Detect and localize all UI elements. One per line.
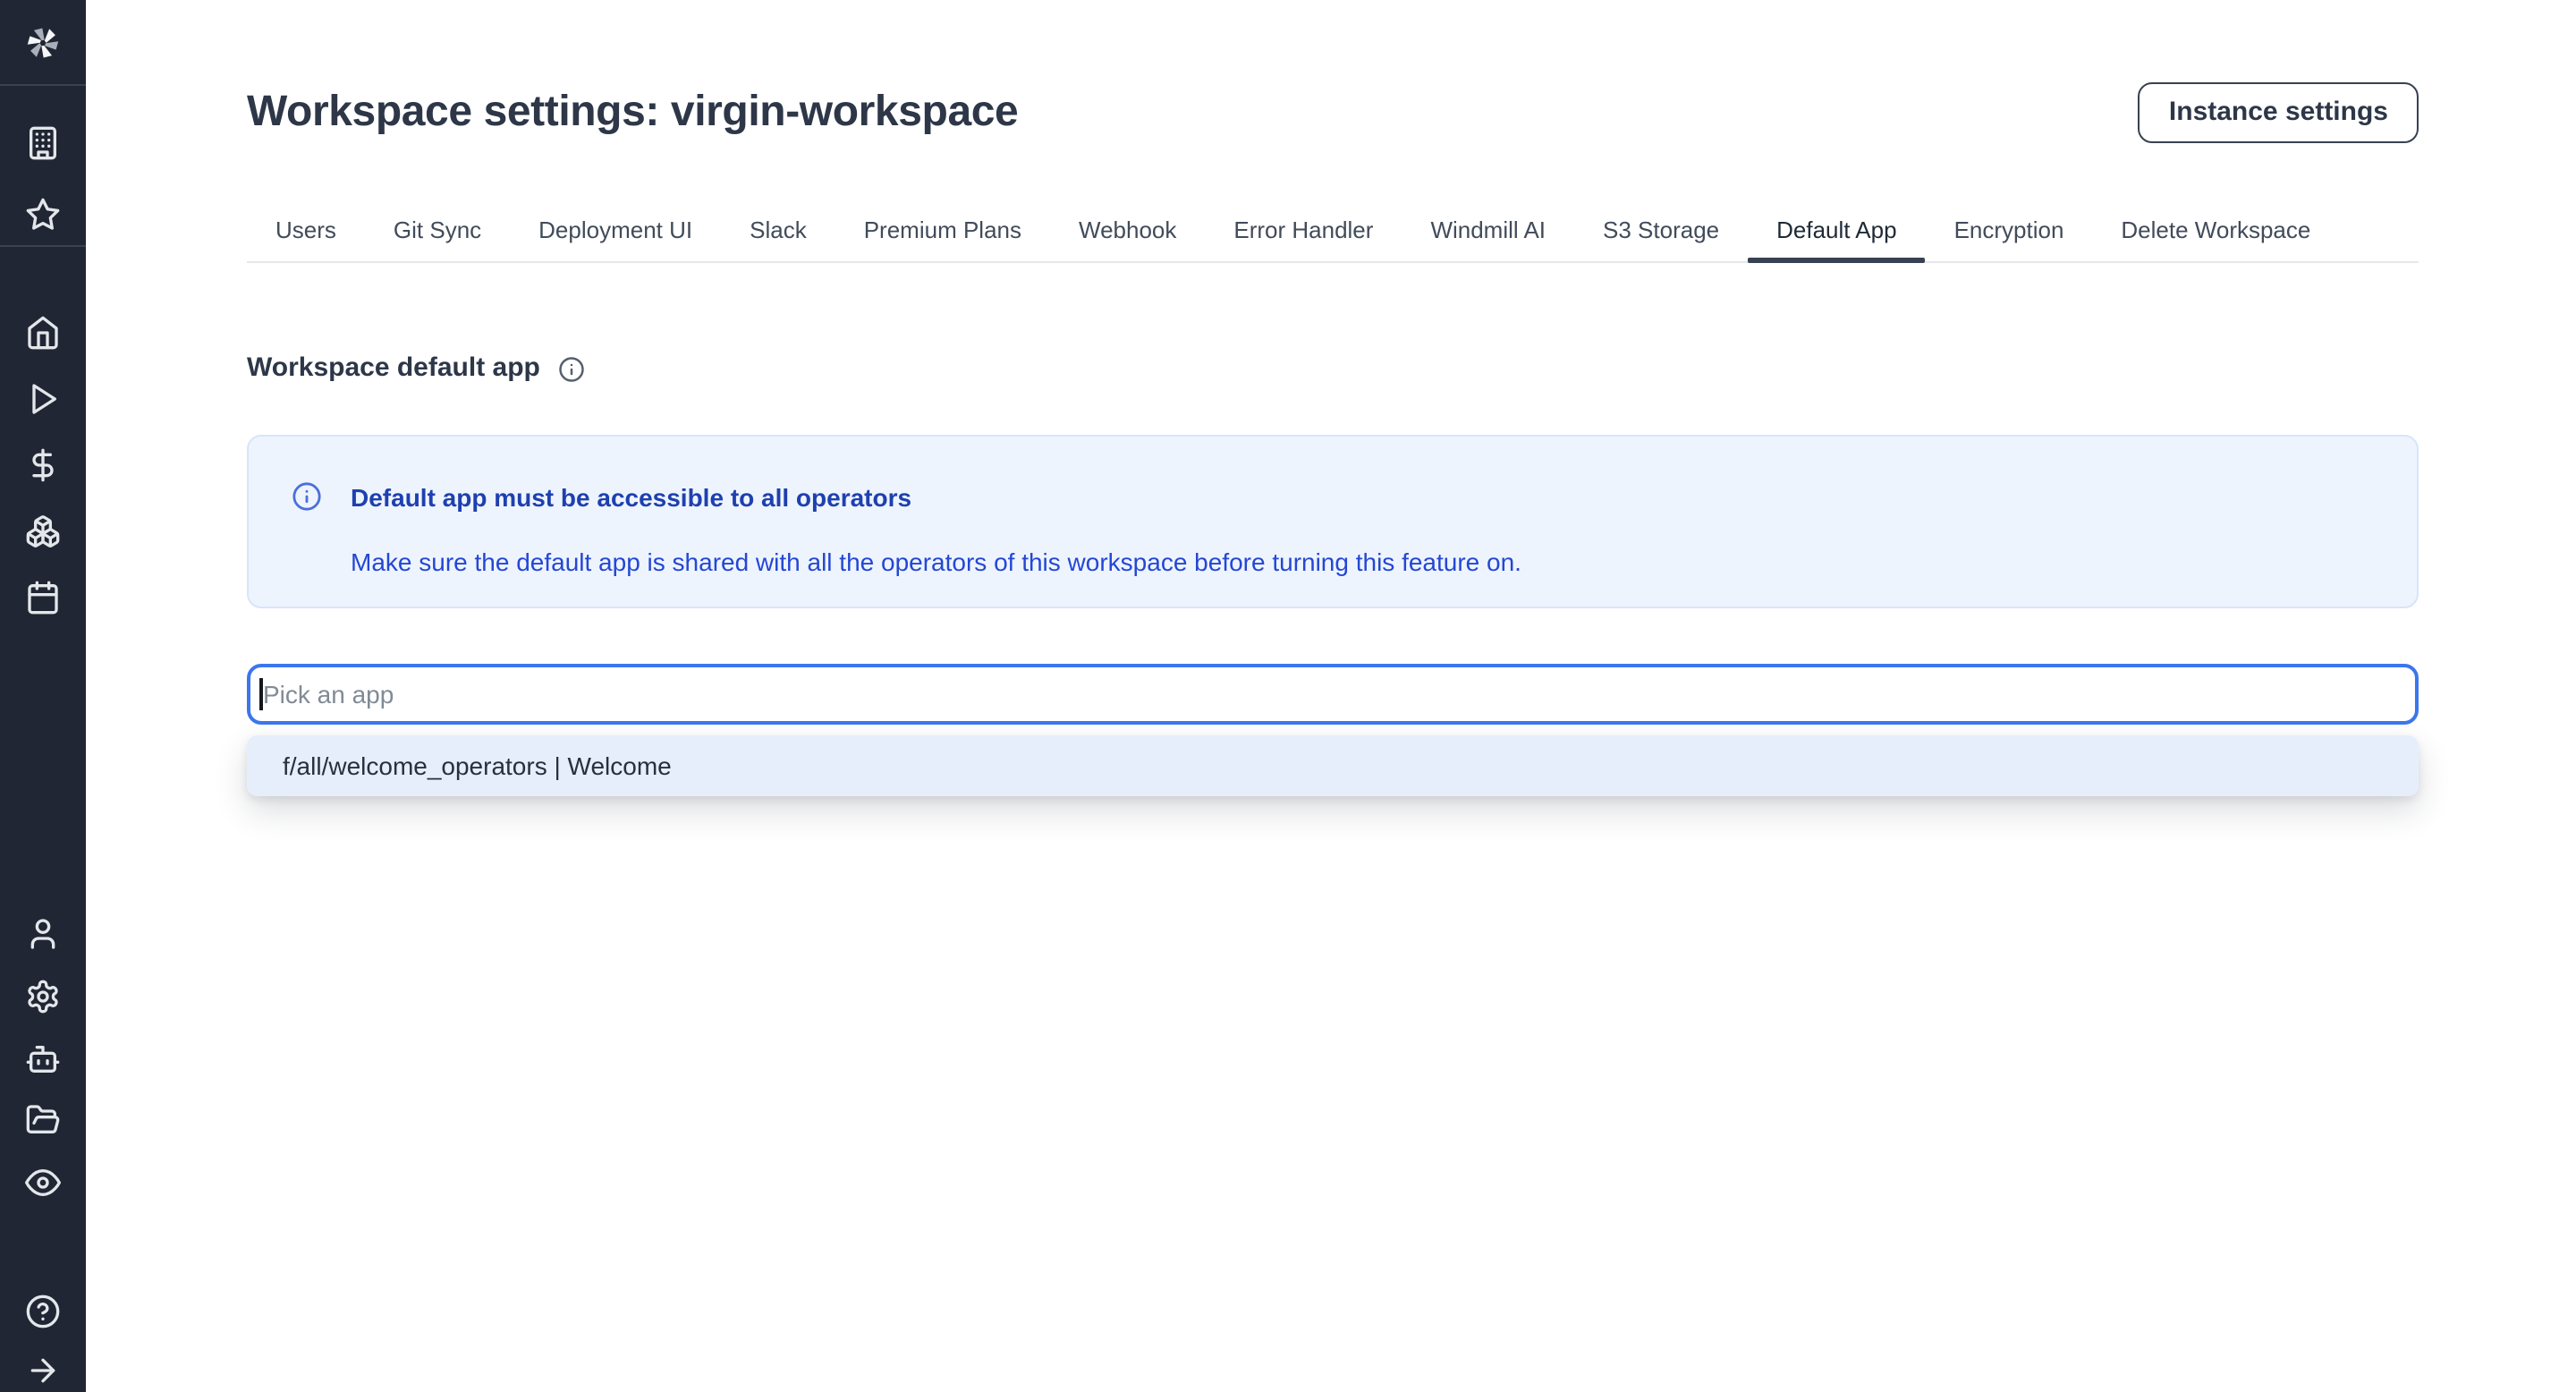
app-picker-wrap <box>247 664 2419 725</box>
page-title: Workspace settings: virgin-workspace <box>247 86 1018 140</box>
alert-body: Make sure the default app is shared with… <box>351 544 2374 580</box>
windmill-logo[interactable] <box>0 0 86 86</box>
section-heading-row: Workspace default app <box>247 352 2419 385</box>
workers-bot-icon[interactable] <box>25 1041 61 1077</box>
info-icon[interactable] <box>558 355 585 382</box>
expand-arrow-right-icon[interactable] <box>25 1353 61 1388</box>
tab-s3-storage[interactable]: S3 Storage <box>1574 200 1748 261</box>
windmill-app: Workspace settings: virgin-workspace Ins… <box>0 0 2576 1392</box>
tab-delete-workspace[interactable]: Delete Workspace <box>2092 200 2339 261</box>
text-caret <box>259 678 262 710</box>
windmill-logo-icon <box>23 22 63 62</box>
alert-info-icon <box>292 481 322 512</box>
tab-webhook[interactable]: Webhook <box>1050 200 1205 261</box>
audit-eye-icon[interactable] <box>25 1165 61 1201</box>
variables-dollar-icon[interactable] <box>25 447 61 483</box>
runs-play-icon[interactable] <box>25 381 61 417</box>
sidebar-divider <box>0 245 86 247</box>
settings-gear-icon[interactable] <box>25 979 61 1014</box>
user-icon[interactable] <box>25 916 61 952</box>
header-row: Workspace settings: virgin-workspace Ins… <box>247 82 2419 143</box>
workspace-building-icon[interactable] <box>25 125 61 161</box>
tab-encryption[interactable]: Encryption <box>1926 200 2093 261</box>
settings-tabs: Users Git Sync Deployment UI Slack Premi… <box>247 200 2419 263</box>
tab-git-sync[interactable]: Git Sync <box>365 200 510 261</box>
help-circle-icon[interactable] <box>25 1294 61 1329</box>
tab-slack[interactable]: Slack <box>721 200 835 261</box>
favorites-star-icon[interactable] <box>25 197 61 233</box>
info-alert: Default app must be accessible to all op… <box>247 435 2419 608</box>
main-content: Workspace settings: virgin-workspace Ins… <box>86 0 2576 1392</box>
alert-title: Default app must be accessible to all op… <box>351 480 2374 515</box>
tab-users[interactable]: Users <box>247 200 365 261</box>
tab-premium-plans[interactable]: Premium Plans <box>835 200 1050 261</box>
tab-default-app[interactable]: Default App <box>1748 200 1925 261</box>
resources-boxes-icon[interactable] <box>25 514 61 549</box>
tab-error-handler[interactable]: Error Handler <box>1205 200 1402 261</box>
section-heading: Workspace default app <box>247 352 540 385</box>
tab-deployment-ui[interactable]: Deployment UI <box>510 200 721 261</box>
dropdown-option[interactable]: f/all/welcome_operators | Welcome <box>247 735 2419 796</box>
sidebar <box>0 0 86 1392</box>
app-picker-input[interactable] <box>247 664 2419 725</box>
home-icon[interactable] <box>25 315 61 351</box>
tab-windmill-ai[interactable]: Windmill AI <box>1402 200 1574 261</box>
schedules-calendar-icon[interactable] <box>25 580 61 615</box>
folders-icon[interactable] <box>25 1102 61 1138</box>
instance-settings-button[interactable]: Instance settings <box>2139 82 2419 143</box>
app-picker-dropdown: f/all/welcome_operators | Welcome <box>247 735 2419 796</box>
